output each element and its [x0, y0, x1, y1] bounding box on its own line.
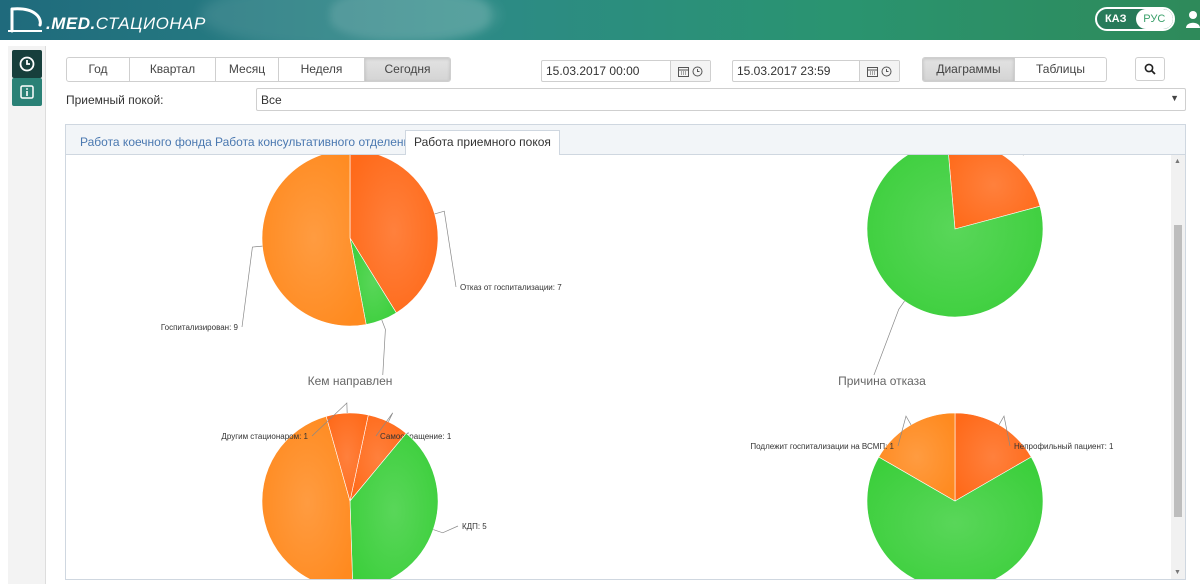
- scroll-down-icon[interactable]: ▼: [1174, 569, 1181, 576]
- clock-icon[interactable]: [692, 66, 703, 77]
- view-tables-button[interactable]: Таблицы: [1015, 58, 1106, 81]
- tab-consultative[interactable]: Работа консультативного отделения: [207, 131, 425, 155]
- tab-reception[interactable]: Работа приемного покоя: [405, 130, 560, 156]
- period-quarter-button[interactable]: Квартал: [130, 58, 216, 81]
- reception-filter-label: Приемный покой:: [66, 93, 164, 107]
- charts-scrollbar[interactable]: ▲ ▼: [1171, 155, 1185, 579]
- chart-title-refusal-reason: Причина отказа: [838, 374, 926, 388]
- calendar-icon[interactable]: [867, 66, 878, 77]
- language-rus[interactable]: РУС: [1135, 9, 1173, 29]
- pie-data-label: КДП: 5: [462, 522, 487, 531]
- pie-data-label: Отказ от госпитализации: 7: [460, 283, 562, 292]
- info-icon: [20, 85, 34, 99]
- pie-data-label: Другим стационаром: 1: [221, 432, 308, 441]
- sidebar-item-statistics[interactable]: [12, 50, 42, 78]
- logo-d-icon: [8, 7, 42, 33]
- date-from-buttons: [670, 61, 710, 81]
- clock-icon: [19, 56, 35, 72]
- pie-chart-4: Непрофильный пациент: 1 Подлежит госпитал…: [750, 412, 1114, 579]
- sidebar-item-info[interactable]: [12, 78, 42, 106]
- report-panel: Работа коечного фонда Работа консультати…: [65, 124, 1186, 580]
- language-kaz[interactable]: КАЗ: [1097, 13, 1135, 25]
- chart-title-referred-by: Кем направлен: [307, 374, 393, 388]
- left-sidebar: [8, 46, 46, 584]
- date-to-buttons: [859, 61, 899, 81]
- scrollbar-thumb[interactable]: [1174, 225, 1182, 517]
- chevron-down-icon: ▼: [1170, 93, 1179, 103]
- user-icon[interactable]: [1186, 10, 1200, 28]
- search-button[interactable]: [1135, 57, 1165, 81]
- scroll-up-icon[interactable]: ▲: [1174, 158, 1181, 165]
- tab-bar: Работа коечного фонда Работа консультати…: [66, 125, 1185, 156]
- header-decoration-2: [330, 0, 490, 40]
- language-toggle[interactable]: КАЗ РУС: [1095, 7, 1175, 31]
- logo-text: .MED.СТАЦИОНАР: [46, 14, 206, 33]
- view-charts-button[interactable]: Диаграммы: [923, 58, 1015, 81]
- charts-area: Отказ от госпитализации: 7Находится в пр…: [66, 155, 1171, 579]
- date-from-field: 15.03.2017 00:00: [541, 60, 711, 82]
- pie-chart-3: Самообращение: 1 КДП: 5 Другим стационаром…: [221, 402, 487, 579]
- date-to-input[interactable]: 15.03.2017 23:59: [733, 61, 859, 81]
- app-header: .MED.СТАЦИОНАР КАЗ РУС: [0, 0, 1200, 40]
- clock-icon[interactable]: [881, 66, 892, 77]
- period-today-button[interactable]: Сегодня: [365, 58, 450, 81]
- calendar-icon[interactable]: [678, 66, 689, 77]
- pie-label-connector: [433, 525, 459, 534]
- pie-label-connector: [434, 210, 457, 288]
- tab-bed-fund[interactable]: Работа коечного фонда: [72, 131, 220, 155]
- pie-data-label: Госпитализирован: 9: [161, 323, 239, 332]
- view-selector: Диаграммы Таблицы: [922, 57, 1107, 82]
- app-logo[interactable]: .MED.СТАЦИОНАР: [6, 4, 206, 36]
- reception-select-value: Все: [261, 93, 282, 107]
- pie-label-connector: [873, 300, 905, 375]
- pie-data-label: Самообращение: 1: [380, 432, 452, 441]
- pie-label-connector: [241, 245, 263, 328]
- pie-label-connector: [381, 319, 386, 375]
- search-icon: [1144, 63, 1156, 75]
- period-year-button[interactable]: Год: [67, 58, 130, 81]
- pie-chart-2: Экстренно: 7: [866, 155, 1044, 375]
- period-week-button[interactable]: Неделя: [279, 58, 365, 81]
- pie-data-label: Непрофильный пациент: 1: [1014, 442, 1114, 451]
- date-from-input[interactable]: 15.03.2017 00:00: [542, 61, 670, 81]
- pie-data-label: Подлежит госпитализации на ВСМП: 1: [750, 442, 894, 451]
- period-month-button[interactable]: Месяц: [216, 58, 279, 81]
- pie-chart-1: Отказ от госпитализации: 7Находится в пр…: [161, 155, 562, 375]
- date-to-field: 15.03.2017 23:59: [732, 60, 900, 82]
- period-selector: Год Квартал Месяц Неделя Сегодня: [66, 57, 451, 82]
- reception-select[interactable]: Все ▼: [256, 88, 1186, 111]
